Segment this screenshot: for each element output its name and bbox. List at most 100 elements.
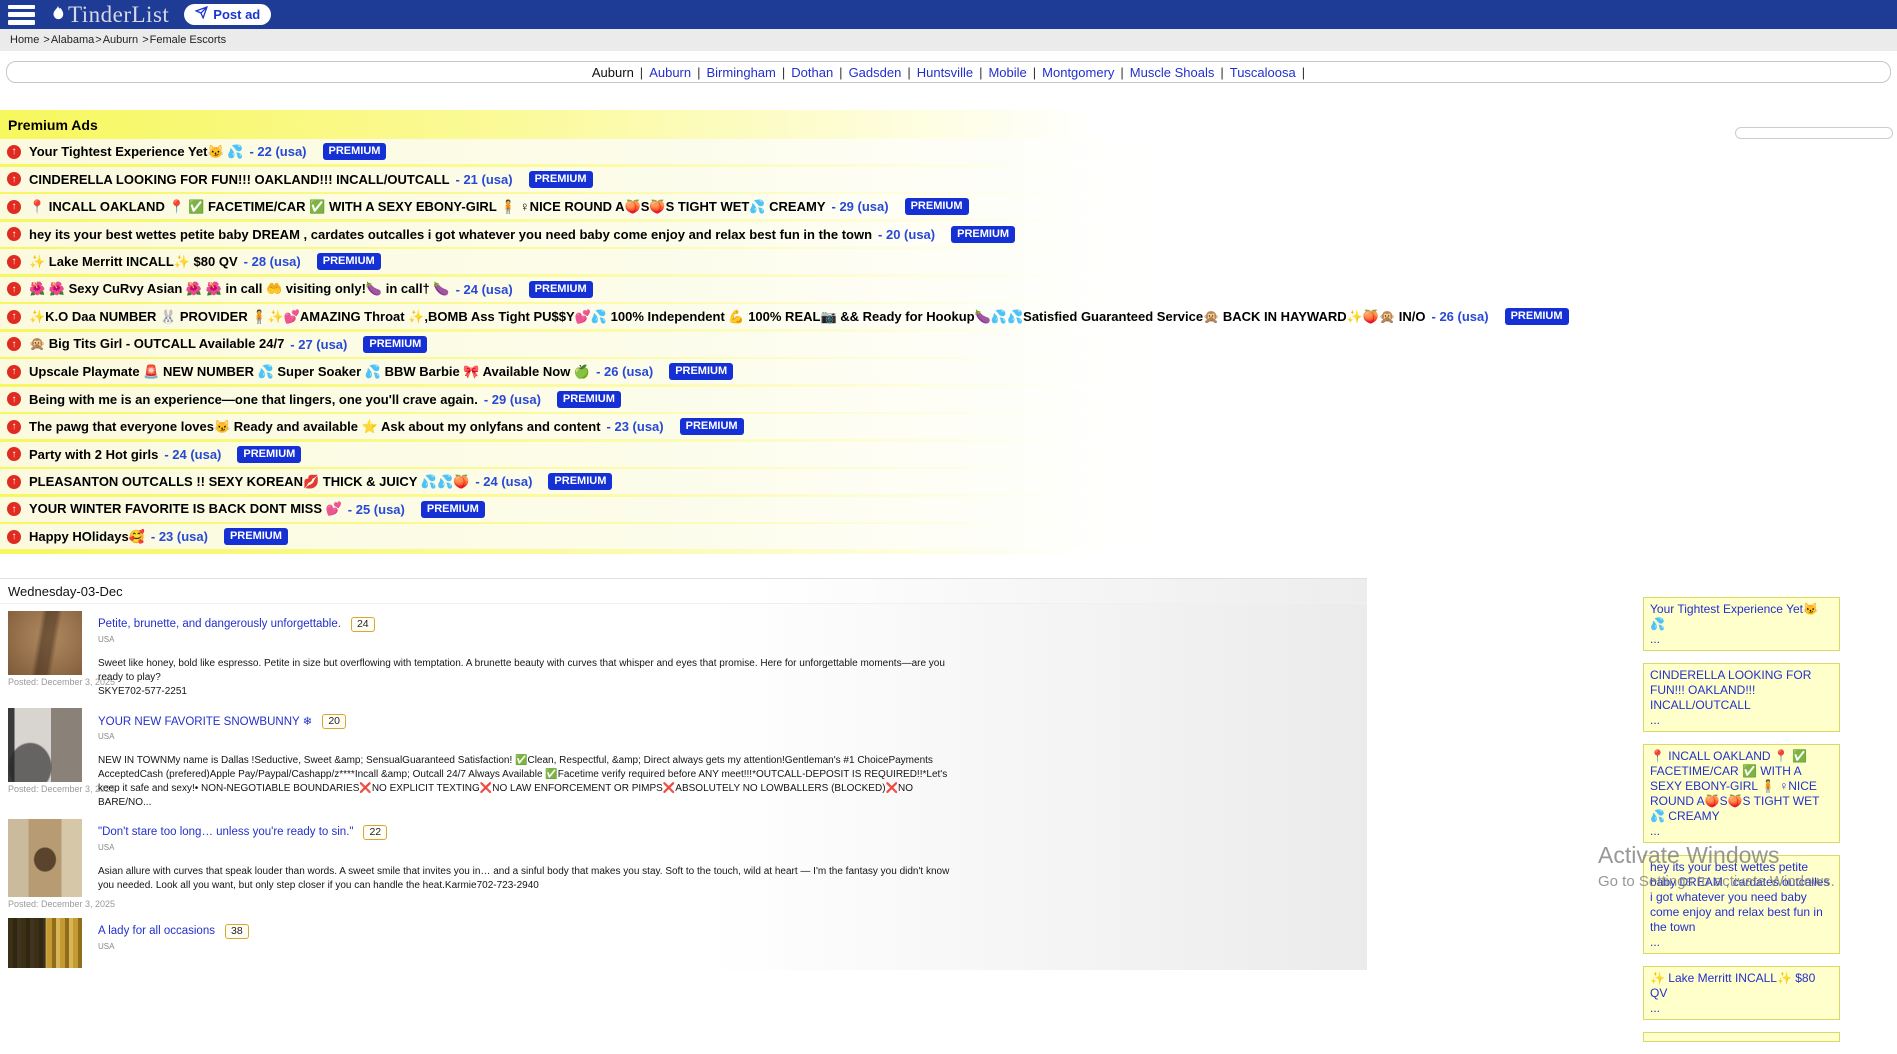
premium-ad-age: - 24 (usa)	[475, 474, 532, 489]
premium-ad-row[interactable]: ✨ Lake Merritt INCALL✨ $80 QV - 28 (usa)…	[0, 249, 1367, 274]
premium-ad-title[interactable]: PLEASANTON OUTCALLS !! SEXY KOREAN💋 THIC…	[29, 474, 469, 490]
sidebar-ad-card[interactable]: ✨ Lake Merritt INCALL✨ $80 QV ...	[1643, 966, 1840, 1020]
premium-ad-title[interactable]: Happy HOlidays🥰	[29, 529, 145, 545]
premium-ad-row[interactable]: CINDERELLA LOOKING FOR FUN!!! OAKLAND!!!…	[0, 167, 1367, 192]
listing-age-badge: 24	[351, 617, 375, 632]
city-link-gadsden[interactable]: Gadsden	[849, 65, 902, 80]
premium-badge: PREMIUM	[363, 336, 427, 353]
ad-placeholder-box	[1735, 127, 1893, 139]
premium-ad-row[interactable]: The pawg that everyone loves😼 Ready and …	[0, 414, 1367, 439]
up-arrow-icon	[7, 365, 21, 379]
sidebar-ad-title[interactable]: hey its your best wettes petite baby DRE…	[1650, 860, 1833, 935]
listing-row: Posted: December 3, 2025 "Don't stare to…	[0, 812, 1367, 911]
premium-ad-row[interactable]: Party with 2 Hot girls - 24 (usa) PREMIU…	[0, 442, 1367, 467]
sidebar-ad-card[interactable]: 📍 INCALL OAKLAND 📍 ✅ FACETIME/CAR ✅ WITH…	[1643, 744, 1840, 843]
premium-ad-row[interactable]: Upscale Playmate 🚨 NEW NUMBER 💦 Super So…	[0, 359, 1367, 384]
premium-badge: PREMIUM	[323, 143, 387, 160]
up-arrow-icon	[7, 392, 21, 406]
premium-ad-age: - 26 (usa)	[1432, 309, 1489, 324]
city-nav: Auburn| Auburn| Birmingham| Dothan| Gads…	[6, 61, 1891, 83]
city-link-tuscaloosa[interactable]: Tuscaloosa	[1230, 65, 1296, 80]
listing-thumbnail[interactable]	[8, 918, 82, 968]
city-link-birmingham[interactable]: Birmingham	[707, 65, 776, 80]
premium-ad-title[interactable]: ✨K.O Daa NUMBER 🐰 PROVIDER 🧍✨💕AMAZING Th…	[29, 309, 1426, 325]
brand-name: TinderList	[68, 3, 169, 26]
listing-country: USA	[98, 942, 249, 951]
up-arrow-icon	[7, 310, 21, 324]
city-link-mobile[interactable]: Mobile	[988, 65, 1026, 80]
premium-ad-row[interactable]: Your Tightest Experience Yet😼 💦 - 22 (us…	[0, 139, 1367, 164]
breadcrumb-category[interactable]: Female Escorts	[150, 34, 226, 46]
city-link-montgomery[interactable]: Montgomery	[1042, 65, 1114, 80]
premium-ad-title[interactable]: 🙊 Big Tits Girl - OUTCALL Available 24/7	[29, 336, 284, 352]
up-arrow-icon	[7, 200, 21, 214]
premium-ad-row[interactable]: 📍 INCALL OAKLAND 📍 ✅ FACETIME/CAR ✅ WITH…	[0, 194, 1367, 219]
premium-ad-title[interactable]: The pawg that everyone loves😼 Ready and …	[29, 419, 601, 435]
sidebar-ad-title[interactable]: CINDERELLA LOOKING FOR FUN!!! OAKLAND!!!…	[1650, 668, 1833, 713]
premium-ad-row[interactable]: Being with me is an experience—one that …	[0, 387, 1367, 412]
sidebar-ad-title[interactable]: ✨ Lake Merritt INCALL✨ $80 QV	[1650, 971, 1833, 1001]
premium-badge: PREMIUM	[548, 473, 612, 490]
premium-ad-title[interactable]: Being with me is an experience—one that …	[29, 392, 478, 407]
premium-ad-row[interactable]: Happy HOlidays🥰 - 23 (usa) PREMIUM	[0, 524, 1367, 549]
premium-ad-age: - 24 (usa)	[164, 447, 221, 462]
premium-ads-list: Your Tightest Experience Yet😼 💦 - 22 (us…	[0, 139, 1367, 549]
listing-country: USA	[98, 635, 958, 644]
post-ad-button[interactable]: Post ad	[184, 4, 271, 25]
premium-ad-title[interactable]: 📍 INCALL OAKLAND 📍 ✅ FACETIME/CAR ✅ WITH…	[29, 199, 826, 215]
listing-thumb-column	[8, 918, 82, 968]
premium-ad-title[interactable]: Your Tightest Experience Yet😼 💦	[29, 144, 243, 160]
sidebar-ad-card[interactable]: Your Tightest Experience Yet😼 💦 ...	[1643, 597, 1840, 651]
sidebar-ad-card[interactable]	[1643, 1032, 1840, 1042]
sidebar-ad-card[interactable]: CINDERELLA LOOKING FOR FUN!!! OAKLAND!!!…	[1643, 663, 1840, 732]
listing-row: A lady for all occasions 38 USA	[0, 911, 1367, 970]
up-arrow-icon	[7, 337, 21, 351]
breadcrumb-home[interactable]: Home	[10, 34, 42, 46]
premium-ad-title[interactable]: CINDERELLA LOOKING FOR FUN!!! OAKLAND!!!…	[29, 172, 450, 187]
hamburger-menu-icon[interactable]	[8, 5, 35, 25]
listing-posted-date: Posted: December 3, 2025	[8, 677, 82, 687]
listing-thumbnail[interactable]	[8, 819, 82, 897]
listing-title-link[interactable]: A lady for all occasions	[98, 925, 215, 937]
listing-row: Posted: December 3, 2025 YOUR NEW FAVORI…	[0, 701, 1367, 812]
premium-ad-title[interactable]: hey its your best wettes petite baby DRE…	[29, 227, 872, 242]
premium-badge: PREMIUM	[529, 171, 593, 188]
sidebar-ad-title[interactable]: 📍 INCALL OAKLAND 📍 ✅ FACETIME/CAR ✅ WITH…	[1650, 749, 1833, 824]
listing-thumb-column: Posted: December 3, 2025	[8, 708, 82, 810]
city-link-huntsville[interactable]: Huntsville	[917, 65, 973, 80]
premium-ad-title[interactable]: Party with 2 Hot girls	[29, 447, 158, 462]
up-arrow-icon	[7, 475, 21, 489]
city-link-muscle-shoals[interactable]: Muscle Shoals	[1130, 65, 1215, 80]
listing-title-link[interactable]: "Don't stare too long… unless you're rea…	[98, 826, 353, 838]
listing-title-link[interactable]: YOUR NEW FAVORITE SNOWBUNNY ❄	[98, 714, 312, 728]
up-arrow-icon	[7, 227, 21, 241]
premium-ad-row[interactable]: YOUR WINTER FAVORITE IS BACK DONT MISS 💕…	[0, 497, 1367, 522]
listing-posted-date: Posted: December 3, 2025	[8, 899, 82, 909]
premium-ad-title[interactable]: ✨ Lake Merritt INCALL✨ $80 QV	[29, 254, 238, 270]
premium-ad-row[interactable]: 🙊 Big Tits Girl - OUTCALL Available 24/7…	[0, 332, 1367, 357]
city-link-auburn[interactable]: Auburn	[649, 65, 691, 80]
listing-title-link[interactable]: Petite, brunette, and dangerously unforg…	[98, 618, 341, 630]
city-link-auburn-current[interactable]: Auburn	[592, 65, 634, 80]
premium-ad-title[interactable]: YOUR WINTER FAVORITE IS BACK DONT MISS 💕	[29, 501, 342, 517]
premium-ad-row[interactable]: ✨K.O Daa NUMBER 🐰 PROVIDER 🧍✨💕AMAZING Th…	[0, 304, 1367, 329]
listing-country: USA	[98, 732, 958, 741]
breadcrumb-city[interactable]: Auburn	[103, 34, 142, 46]
premium-ad-row[interactable]: hey its your best wettes petite baby DRE…	[0, 222, 1367, 247]
premium-ad-row[interactable]: 🌺 🌺 Sexy CuRvy Asian 🌺 🌺 in call 🤲 visit…	[0, 277, 1367, 302]
premium-ad-title[interactable]: Upscale Playmate 🚨 NEW NUMBER 💦 Super So…	[29, 364, 590, 380]
sidebar-ad-title[interactable]: Your Tightest Experience Yet😼 💦	[1650, 602, 1833, 632]
premium-ad-title[interactable]: 🌺 🌺 Sexy CuRvy Asian 🌺 🌺 in call 🤲 visit…	[29, 281, 450, 297]
premium-ad-age: - 27 (usa)	[290, 337, 347, 352]
listing-description: Asian allure with curves that speak loud…	[98, 865, 958, 893]
premium-ad-row[interactable]: PLEASANTON OUTCALLS !! SEXY KOREAN💋 THIC…	[0, 469, 1367, 494]
premium-ad-age: - 29 (usa)	[832, 199, 889, 214]
up-arrow-icon	[7, 447, 21, 461]
listing-thumbnail[interactable]	[8, 708, 82, 782]
city-link-dothan[interactable]: Dothan	[791, 65, 833, 80]
site-logo[interactable]: TinderList	[49, 1, 169, 28]
sidebar-ad-card[interactable]: hey its your best wettes petite baby DRE…	[1643, 855, 1840, 954]
breadcrumb-state[interactable]: Alabama	[51, 34, 94, 46]
listing-thumbnail[interactable]	[8, 611, 82, 675]
listing-age-badge: 22	[363, 825, 387, 840]
